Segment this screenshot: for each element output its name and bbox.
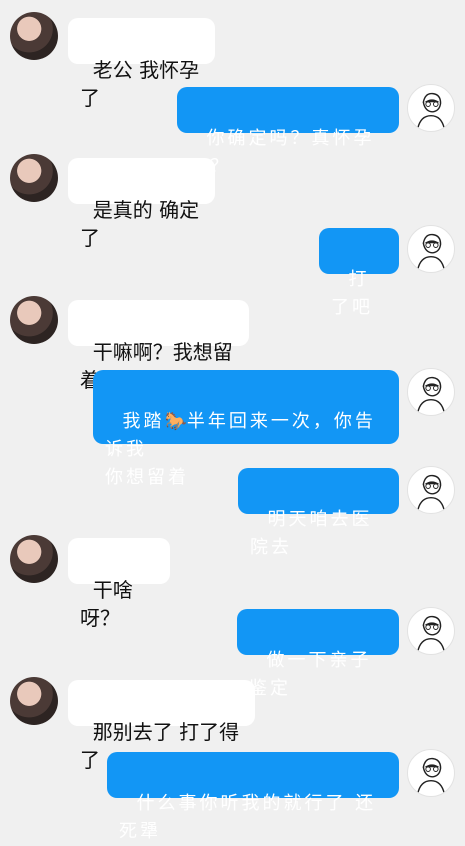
sketch-man-icon [416,233,446,271]
message-bubble: 明天咱去医院去 [238,468,399,558]
message-bubble: 我踏🐎半年回来一次，你告诉我 你想留着 [93,370,399,488]
message-text: 我踏 [122,411,165,432]
female-avatar[interactable] [10,12,58,60]
message-bubble: 是真的 确定了 [68,158,215,250]
message-text: 打了吧 [331,269,373,318]
sketch-man-icon [416,474,446,512]
sketch-man-icon [416,615,446,653]
message-bubble: 那别去了 打了得了 [68,680,255,772]
message-bubble: 老公 我怀孕了 [68,18,215,110]
sketch-man-icon [416,757,446,795]
message-bubble: 什么事你听我的就行了 还死犟 [107,752,399,842]
female-avatar[interactable] [10,535,58,583]
sketch-man-icon [416,92,446,130]
female-avatar[interactable] [10,677,58,725]
message-bubble: 你确定吗？真怀孕了？ [177,87,399,177]
male-sketch-avatar[interactable] [407,749,455,797]
message-text: 什么事你听我的就行了 还死犟 [119,793,377,842]
message-text: 干啥呀？ [80,578,133,630]
message-bubble: 打了吧 [319,228,399,318]
message-bubble: 干啥呀？ [68,538,170,630]
horse-emoji: 🐎 [164,411,187,432]
female-avatar[interactable] [10,154,58,202]
female-avatar[interactable] [10,296,58,344]
message-bubble: 干嘛啊？我想留着 [68,300,249,392]
male-sketch-avatar[interactable] [407,84,455,132]
message-text: 做一下亲子鉴定 [249,650,372,699]
message-bubble: 做一下亲子鉴定 [237,609,399,699]
male-sketch-avatar[interactable] [407,466,455,514]
male-sketch-avatar[interactable] [407,225,455,273]
message-text: 你确定吗？真怀孕了？ [189,128,375,177]
male-sketch-avatar[interactable] [407,368,455,416]
sketch-man-icon [416,376,446,414]
male-sketch-avatar[interactable] [407,607,455,655]
message-text: 是真的 确定了 [80,198,200,250]
message-text: 明天咱去医院去 [250,509,373,558]
